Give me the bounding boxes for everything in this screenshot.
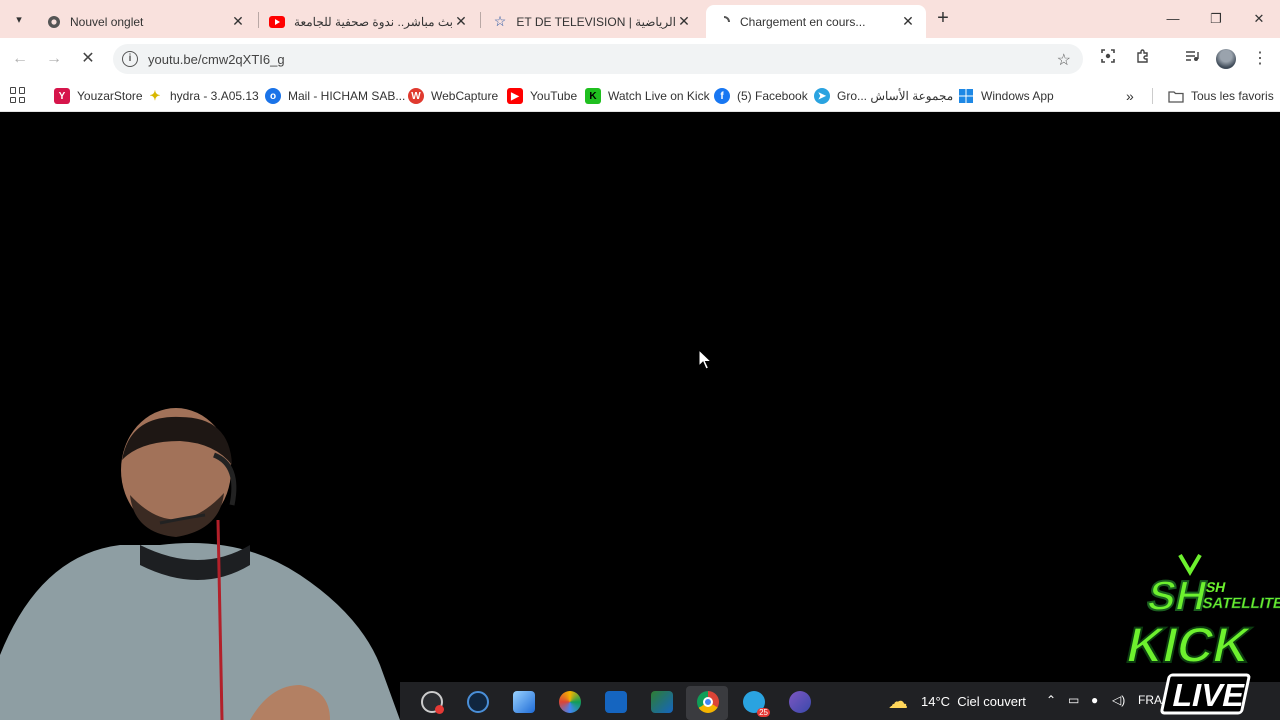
svg-text:KICK: KICK: [1122, 617, 1257, 673]
taskbar-satellite-icon[interactable]: [789, 691, 811, 713]
bookmark-windows-app[interactable]: Windows App: [958, 86, 1054, 106]
close-window-button[interactable]: ✕: [1248, 8, 1270, 30]
taskbar-camera-icon[interactable]: [467, 691, 489, 713]
bookmark-label: Tous les favoris: [1191, 89, 1274, 103]
tab-youtube[interactable]: بث مباشر.. ندوة صحفية للجامعة ✕: [259, 5, 479, 38]
youtube-icon: ▶: [507, 88, 523, 104]
sh-satellite-kick-live-logo: SH SH SATELLITE KICK LIVE: [1121, 553, 1280, 715]
windows-icon: [958, 88, 974, 104]
bookmark-label: hydra - 3.A05.13: [170, 89, 259, 103]
outlook-icon: o: [265, 88, 281, 104]
bookmark-star-icon[interactable]: ☆: [1057, 50, 1071, 70]
back-button[interactable]: ←: [10, 49, 30, 69]
forward-button[interactable]: →: [44, 49, 64, 69]
close-icon[interactable]: ✕: [453, 13, 469, 30]
taskbar-telegram-icon[interactable]: 25: [743, 691, 770, 717]
bookmark-webcapture[interactable]: W WebCapture: [408, 86, 498, 106]
webcam-overlay: [0, 405, 400, 720]
folder-icon: [1168, 88, 1184, 104]
bookmark-facebook[interactable]: f (5) Facebook: [714, 86, 808, 106]
close-icon[interactable]: ✕: [900, 13, 916, 30]
url-input[interactable]: [148, 51, 1008, 67]
youzar-icon: Y: [54, 88, 70, 104]
bookmark-label: YouTube: [530, 89, 578, 103]
mouse-cursor-icon: [698, 349, 712, 370]
weather-text: Ciel couvert: [957, 694, 1026, 709]
hydra-icon: ✦: [149, 88, 161, 103]
tab-title: بث مباشر.. ندوة صحفية للجامعة: [294, 14, 453, 29]
extensions-icon[interactable]: [1132, 48, 1154, 70]
svg-text:SH: SH: [1204, 579, 1227, 595]
tab-new-tab[interactable]: Nouvel onglet ✕: [36, 5, 256, 38]
apps-grid-icon[interactable]: [10, 87, 26, 103]
svg-text:LIVE: LIVE: [1169, 677, 1248, 713]
microphone-icon[interactable]: ●: [1091, 693, 1098, 707]
address-bar[interactable]: i ☆: [113, 44, 1083, 74]
bookmark-mail[interactable]: o Mail - HICHAM SAB...: [265, 86, 405, 106]
bookmark-youtube[interactable]: ▶ YouTube: [507, 86, 577, 106]
browser-toolbar: ← → ✕ i ☆ ⋮: [0, 38, 1280, 80]
tab-title: Nouvel onglet: [70, 14, 144, 29]
star-icon: ☆: [493, 13, 507, 29]
loading-icon: [716, 14, 732, 30]
menu-kebab-icon[interactable]: ⋮: [1249, 48, 1271, 70]
chrome-icon: [46, 14, 62, 30]
bookmark-label: Watch Live on Kick: [608, 89, 710, 103]
bookmark-label: Windows App: [981, 89, 1054, 103]
bookmark-label: (5) Facebook: [737, 89, 808, 103]
bookmark-label: WebCapture: [431, 89, 499, 103]
taskbar-explorer-icon[interactable]: [513, 691, 535, 713]
close-icon[interactable]: ✕: [230, 13, 246, 30]
tab-loading[interactable]: Chargement en cours... ✕: [706, 5, 926, 38]
tray-chevron-icon[interactable]: ⌃: [1046, 693, 1056, 707]
kick-icon: K: [585, 88, 601, 104]
bookmark-hydra[interactable]: ✦ hydra - 3.A05.13: [147, 86, 259, 106]
restore-button[interactable]: ❐: [1205, 8, 1227, 30]
bookmark-label: YouzarStore: [77, 89, 143, 103]
bookmark-youzarstore[interactable]: Y YouzarStore: [54, 86, 143, 106]
profile-avatar[interactable]: [1216, 49, 1236, 69]
telegram-badge: 25: [757, 708, 770, 717]
taskbar-calculator-icon[interactable]: [605, 691, 627, 713]
screenshot-extension-icon[interactable]: [1097, 48, 1119, 70]
taskbar-chrome-icon[interactable]: [697, 691, 719, 713]
new-tab-button[interactable]: +: [933, 8, 953, 29]
tab-title: Chargement en cours...: [740, 14, 866, 29]
tab-strip: ▾ Nouvel onglet ✕ بث مباشر.. ندوة صحفية …: [0, 0, 1280, 38]
taskbar-recorder-icon[interactable]: [421, 691, 444, 714]
taskbar-app-icon[interactable]: [651, 691, 673, 713]
facebook-icon: f: [714, 88, 730, 104]
svg-text:SATELLITE: SATELLITE: [1201, 595, 1280, 612]
media-controls-icon[interactable]: [1181, 48, 1203, 70]
bookmark-label: Mail - HICHAM SAB...: [288, 89, 406, 103]
youtube-icon: [269, 14, 285, 30]
webcapture-icon: W: [408, 88, 424, 104]
tab-television[interactable]: ☆ الرياضية | ON ET DE TELEVISION ✕: [482, 5, 702, 38]
bookmarks-bar: Y YouzarStore ✦ hydra - 3.A05.13 o Mail …: [0, 80, 1280, 112]
tab-title: الرياضية | ON ET DE TELEVISION: [516, 14, 676, 29]
close-icon[interactable]: ✕: [676, 13, 692, 30]
tab-search-icon[interactable]: ▾: [8, 8, 30, 30]
bookmark-kick[interactable]: K Watch Live on Kick: [585, 86, 710, 106]
taskbar-paint-icon[interactable]: [559, 691, 581, 713]
weather-cloud-icon[interactable]: ☁: [888, 689, 908, 714]
bookmark-label: Gro... مجموعة الأساش: [837, 89, 954, 103]
more-bookmarks-chevron-icon[interactable]: »: [1126, 86, 1134, 106]
weather-temp: 14°C: [921, 694, 951, 709]
minimize-button[interactable]: —: [1162, 8, 1184, 30]
stop-loading-button[interactable]: ✕: [78, 49, 98, 69]
network-icon[interactable]: ▭: [1068, 693, 1079, 707]
all-bookmarks-folder[interactable]: Tous les favoris: [1168, 86, 1274, 106]
bookmark-telegram-group[interactable]: ➤ Gro... مجموعة الأساش: [814, 86, 953, 106]
telegram-icon: ➤: [814, 88, 830, 104]
site-info-icon[interactable]: i: [122, 51, 138, 67]
weather-widget[interactable]: 14°C Ciel couvert: [921, 694, 1026, 709]
